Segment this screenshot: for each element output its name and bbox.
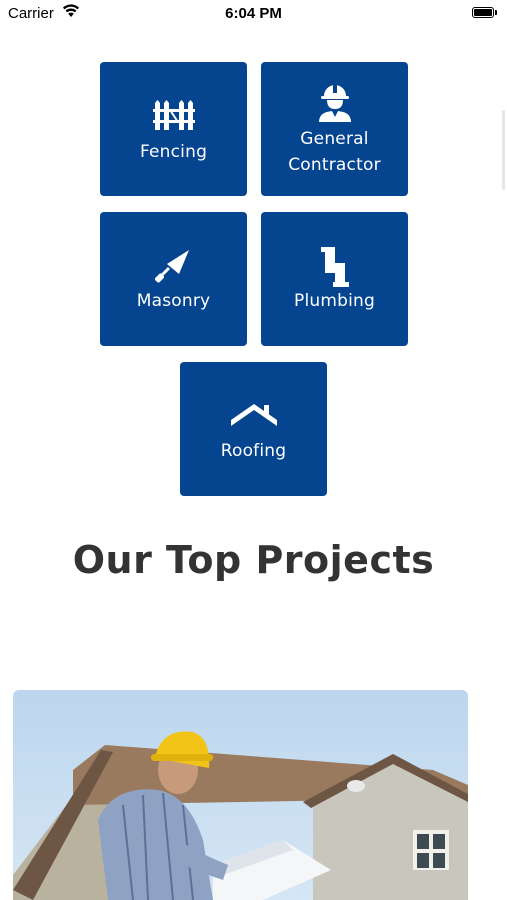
scroll-indicator: [502, 110, 505, 190]
pipe-icon: [261, 247, 408, 287]
project-image[interactable]: [13, 690, 468, 900]
fence-icon: [100, 100, 247, 130]
clock: 6:04 PM: [225, 5, 282, 22]
service-tile-roofing[interactable]: Roofing: [180, 362, 327, 496]
service-tile-general-contractor[interactable]: General Contractor: [261, 62, 408, 196]
service-tile-plumbing[interactable]: Plumbing: [261, 212, 408, 346]
service-label: Masonry: [136, 291, 211, 311]
battery-icon: [472, 7, 498, 19]
service-tile-masonry[interactable]: Masonry: [100, 212, 247, 346]
service-label: Roofing: [220, 441, 287, 461]
status-bar: Carrier 6:04 PM: [0, 0, 507, 28]
service-tile-fencing[interactable]: Fencing: [100, 62, 247, 196]
section-title: Our Top Projects: [72, 538, 435, 582]
roof-icon: [180, 402, 327, 428]
service-label: Plumbing: [294, 291, 375, 311]
service-label-line1: General: [300, 129, 369, 149]
worker-hardhat-icon: [261, 82, 408, 122]
service-label-line2: Contractor: [288, 155, 381, 175]
trowel-icon: [100, 248, 247, 284]
service-label: Fencing: [139, 142, 208, 162]
